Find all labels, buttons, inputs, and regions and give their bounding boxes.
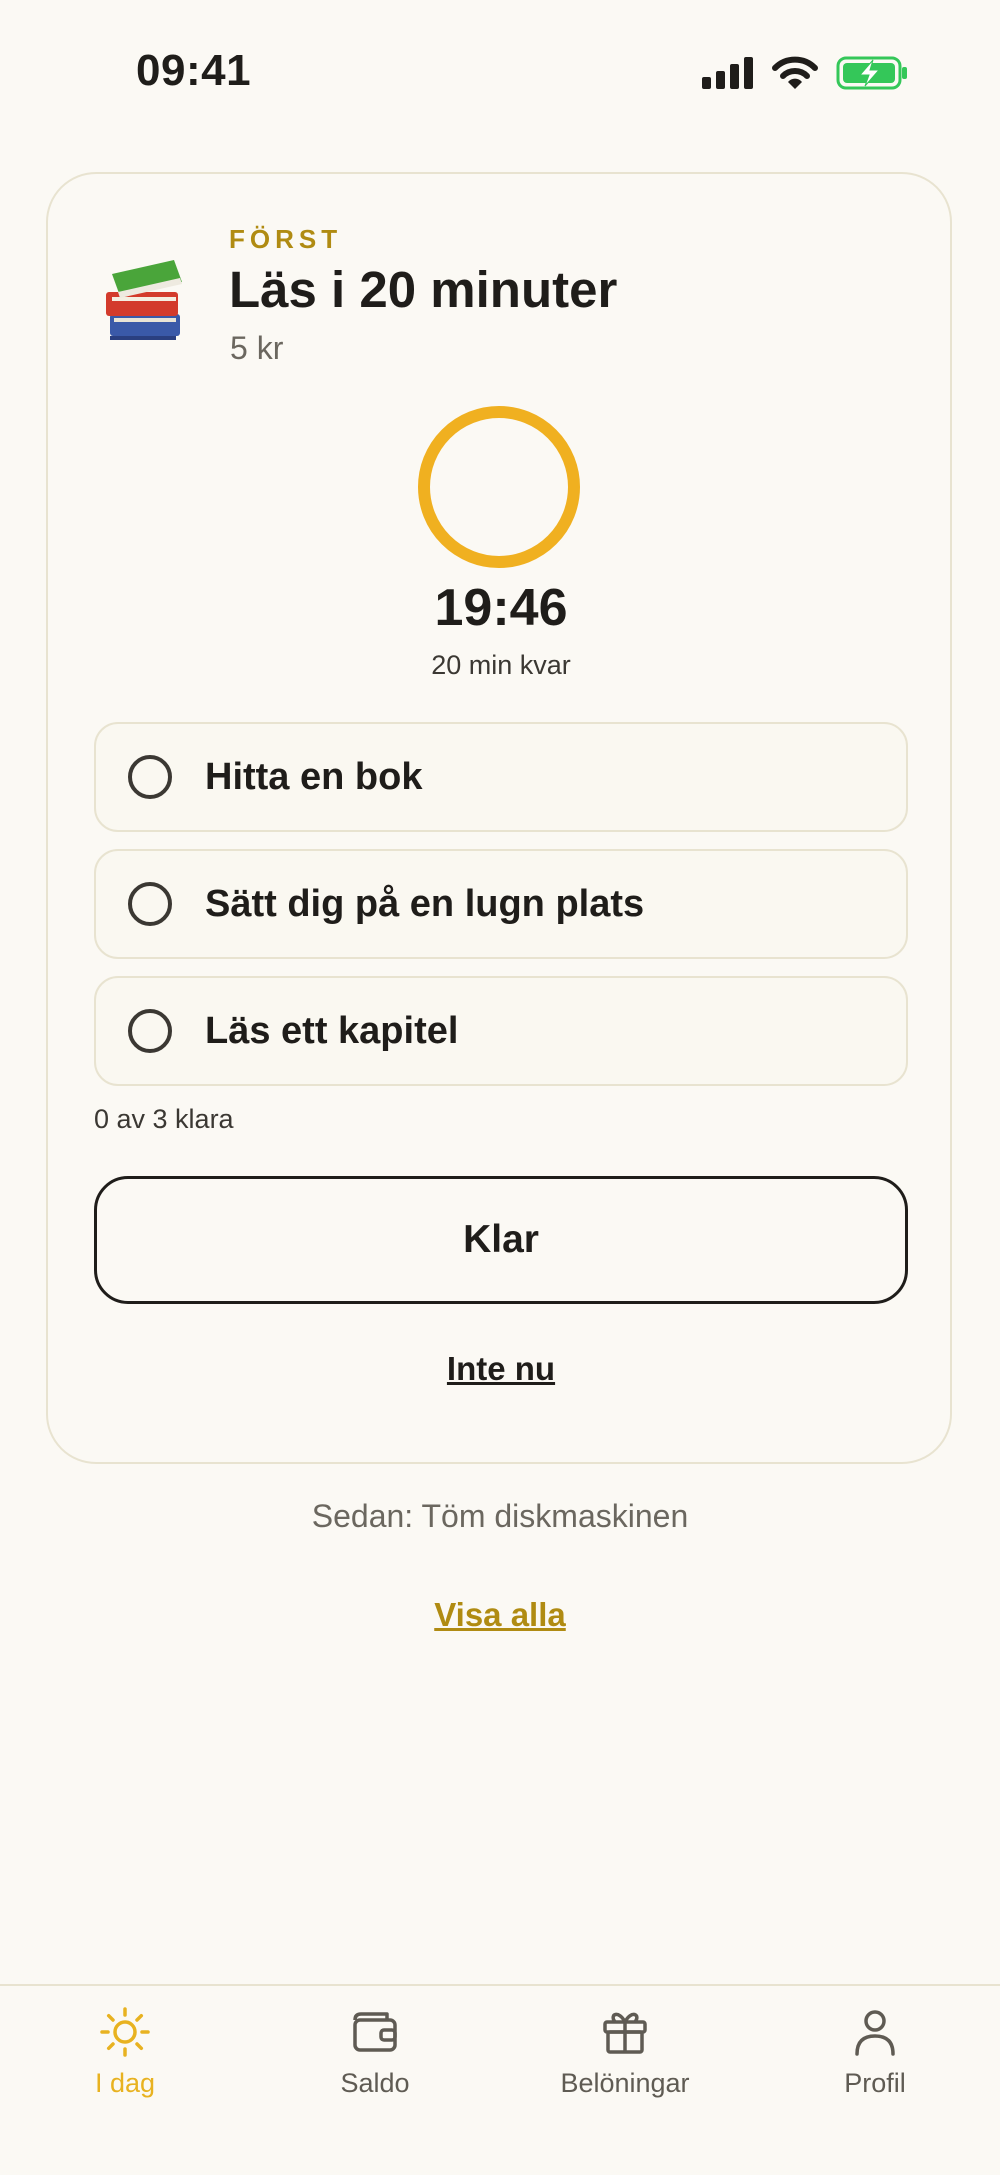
show-all-link[interactable]: Visa alla xyxy=(0,1596,1000,1634)
status-icons xyxy=(702,56,908,90)
checklist-item-label: Läs ett kapitel xyxy=(205,1009,459,1052)
done-button[interactable]: Klar xyxy=(94,1176,908,1304)
sun-icon xyxy=(100,2007,150,2057)
books-icon xyxy=(106,260,182,340)
checklist: Hitta en bok Sätt dig på en lugn plats L… xyxy=(94,722,908,1103)
checklist-item-label: Hitta en bok xyxy=(205,755,423,798)
tab-label: I dag xyxy=(94,2068,156,2098)
wallet-icon xyxy=(353,2012,397,2052)
tab-profile[interactable]: Profil xyxy=(750,1986,1000,2126)
gift-icon xyxy=(603,2012,647,2054)
checklist-item-find-book[interactable]: Hitta en bok xyxy=(94,722,908,832)
unchecked-circle-icon[interactable] xyxy=(128,755,172,799)
tab-label: Profil xyxy=(844,2068,906,2098)
task-reward: 5 kr xyxy=(230,330,284,366)
status-time: 09:41 xyxy=(136,46,252,95)
task-order-label: FÖRST xyxy=(229,224,343,254)
timer-value: 19:46 xyxy=(434,579,568,637)
timer-caption: 20 min kvar xyxy=(431,650,571,680)
task-title: Läs i 20 minuter xyxy=(229,261,618,318)
person-icon xyxy=(855,2010,895,2056)
unchecked-circle-icon[interactable] xyxy=(128,882,172,926)
unchecked-circle-icon[interactable] xyxy=(128,1009,172,1053)
not-now-link[interactable]: Inte nu xyxy=(48,1350,954,1388)
tab-label: Saldo xyxy=(340,2068,410,2098)
task-card: FÖRST Läs i 20 minuter 5 kr 19:46 20 min… xyxy=(46,172,952,1464)
status-bar: 09:41 xyxy=(0,0,1000,150)
tab-label: Belöningar xyxy=(560,2068,690,2098)
tab-today[interactable]: I dag xyxy=(0,1986,250,2126)
next-task-text: Sedan: Töm diskmaskinen xyxy=(311,1498,689,1534)
wifi-icon xyxy=(772,56,818,89)
battery-charging-icon xyxy=(836,56,907,90)
checklist-item-quiet-place[interactable]: Sätt dig på en lugn plats xyxy=(94,849,908,959)
tab-balance[interactable]: Saldo xyxy=(250,1986,500,2126)
checklist-item-read-chapter[interactable]: Läs ett kapitel xyxy=(94,976,908,1086)
tab-bar: I dag Saldo Belöningar Profil xyxy=(0,1984,1000,2175)
checklist-progress: 0 av 3 klara xyxy=(94,1104,234,1134)
checklist-item-label: Sätt dig på en lugn plats xyxy=(205,882,645,925)
timer-ring xyxy=(418,406,580,568)
tab-rewards[interactable]: Belöningar xyxy=(500,1986,750,2126)
cellular-signal-icon xyxy=(702,57,753,89)
